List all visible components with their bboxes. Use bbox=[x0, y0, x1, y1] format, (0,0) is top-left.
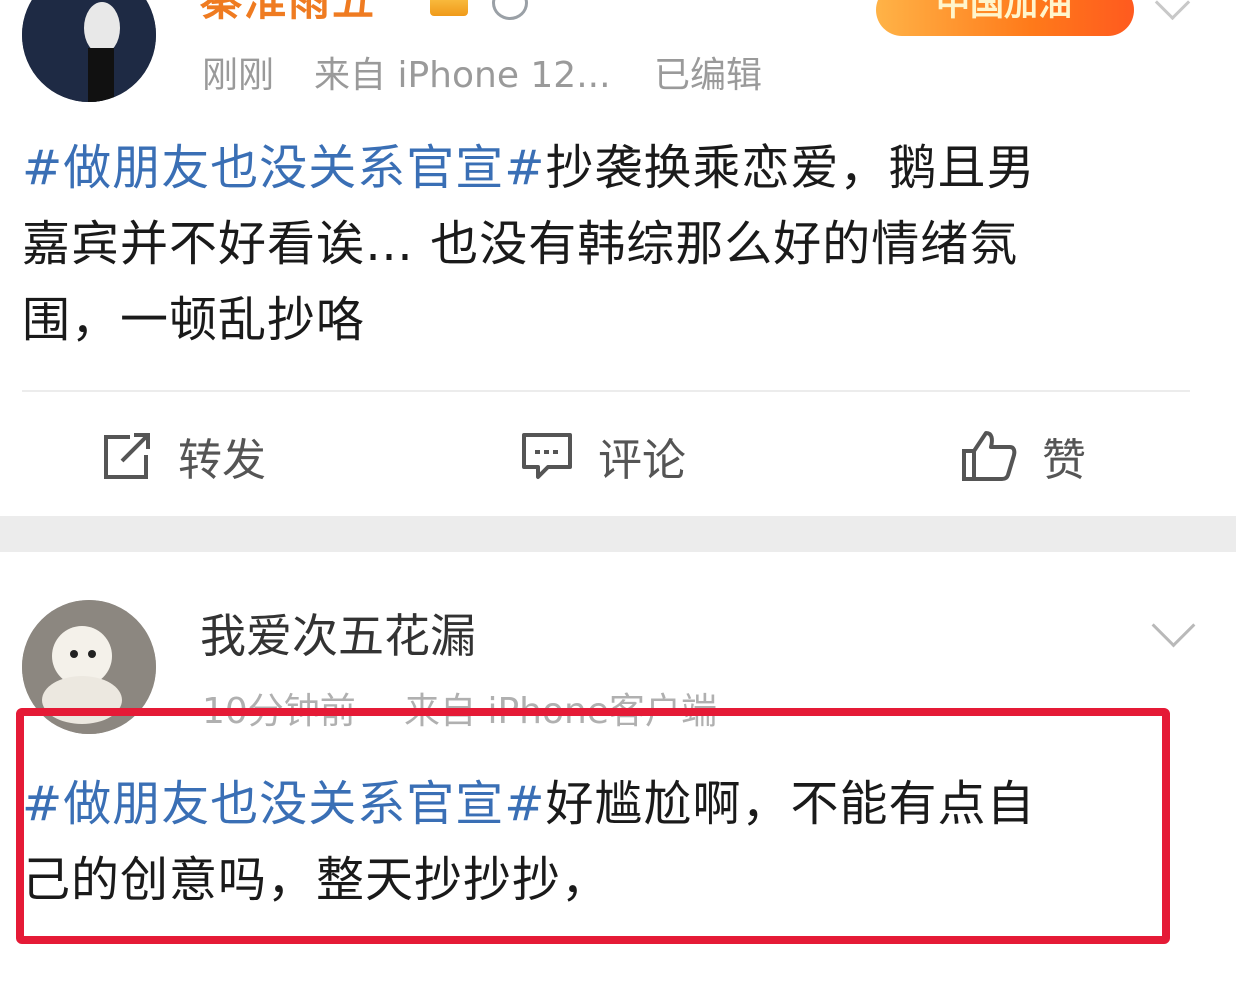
highlight-box bbox=[16, 708, 1170, 944]
post1-line3: 围，一顿乱抄咯 bbox=[22, 292, 366, 348]
post1-hashtag-link[interactable]: #做朋友也没关系官宣# bbox=[22, 140, 545, 196]
post2-username[interactable]: 我爱次五花漏 bbox=[200, 606, 476, 666]
post1-line2: 嘉宾并不好看诶… 也没有韩综那么好的情绪氛 bbox=[22, 216, 1019, 272]
repost-button[interactable]: 转发 bbox=[100, 424, 266, 488]
repost-label: 转发 bbox=[178, 435, 266, 486]
avatar-photo bbox=[22, 0, 156, 102]
post1-time: 刚刚 bbox=[202, 55, 275, 96]
thumbs-up-icon bbox=[962, 431, 1017, 481]
chevron-down-icon[interactable] bbox=[1151, 603, 1196, 648]
verified-icon bbox=[492, 0, 528, 20]
avatar[interactable] bbox=[22, 0, 156, 102]
chevron-down-icon[interactable] bbox=[1154, 0, 1191, 21]
promo-banner[interactable]: 中国加油 bbox=[876, 0, 1134, 36]
member-badge-icon bbox=[430, 0, 468, 16]
comment-label: 评论 bbox=[598, 435, 686, 486]
comment-icon bbox=[522, 433, 572, 479]
post1-source: 来自 iPhone 12... bbox=[314, 55, 611, 96]
comment-button[interactable]: 评论 bbox=[520, 424, 686, 488]
divider bbox=[22, 390, 1190, 392]
post1-text: #做朋友也没关系官宣#抄袭换乘恋爱，鹅且男 嘉宾并不好看诶… 也没有韩综那么好的… bbox=[22, 130, 1172, 358]
like-label: 赞 bbox=[1042, 435, 1086, 486]
post1-username[interactable]: 秦淮雨五 bbox=[200, 0, 376, 26]
post1-line1: #做朋友也没关系官宣#抄袭换乘恋爱，鹅且男 bbox=[22, 130, 1172, 206]
post1-line1-text: 抄袭换乘恋爱，鹅且男 bbox=[545, 140, 1036, 196]
repost-icon bbox=[104, 433, 150, 479]
like-button[interactable]: 赞 bbox=[960, 424, 1086, 488]
post-separator bbox=[0, 516, 1236, 552]
post1-edited: 已编辑 bbox=[654, 55, 763, 96]
